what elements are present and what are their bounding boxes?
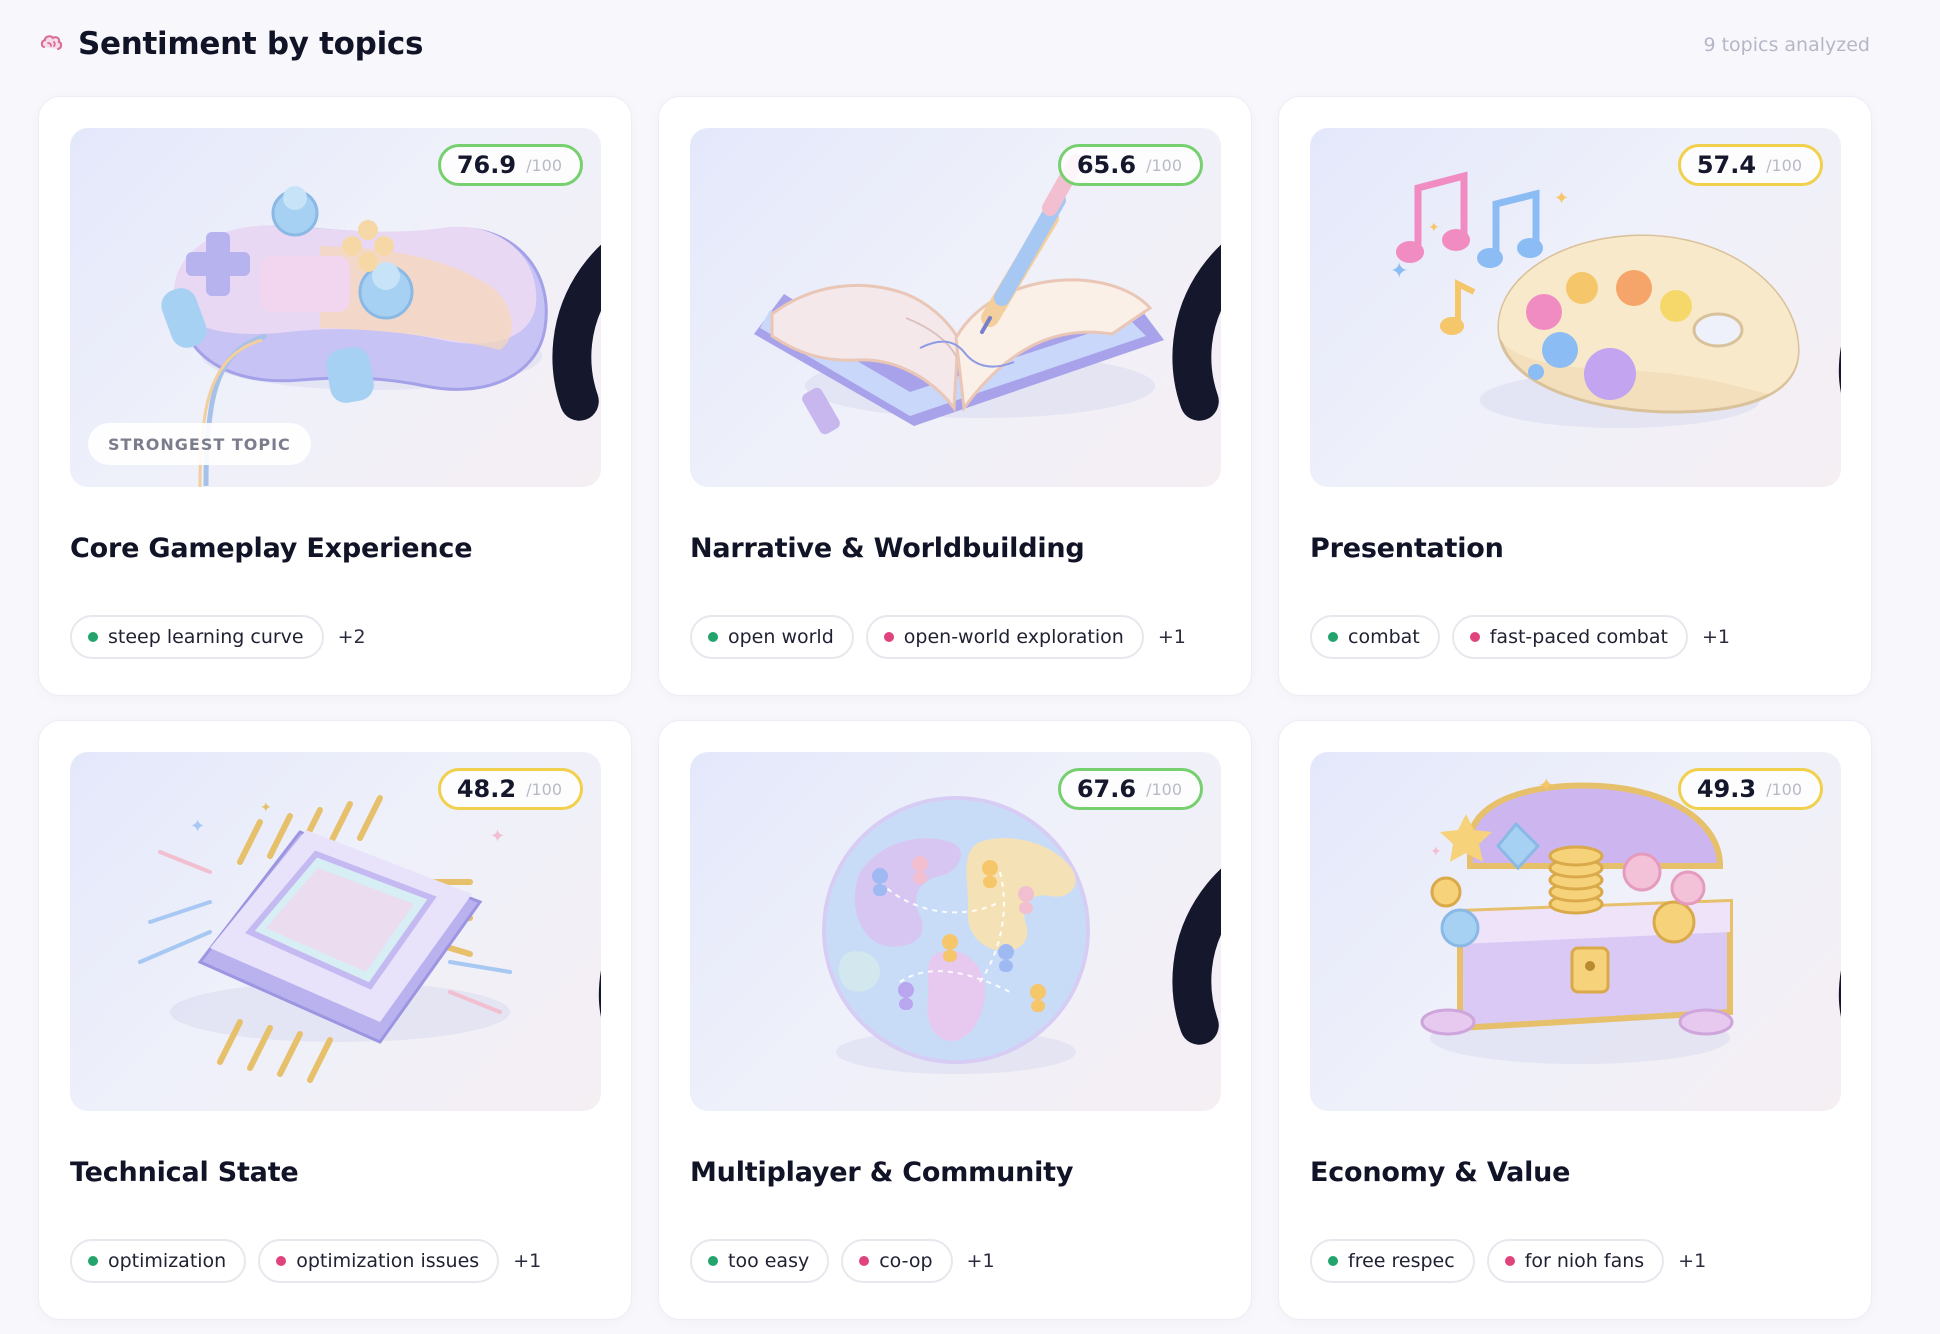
topic-tag[interactable]: too easy xyxy=(690,1239,830,1283)
sentiment-score-badge: 49.3 /100 xyxy=(1677,768,1841,1018)
more-tags-count[interactable]: +1 xyxy=(513,1250,541,1272)
topic-tag[interactable]: steep learning curve xyxy=(70,615,324,659)
topic-tag[interactable]: combat xyxy=(1310,615,1440,659)
topic-tag[interactable]: open-world exploration xyxy=(865,615,1144,659)
section-header: Sentiment by topics 9 topics analyzed xyxy=(36,18,1870,74)
chip-image: ✦ ✦ ✦ 48.2 /100 xyxy=(70,752,601,1111)
topic-tag[interactable]: fast-paced combat xyxy=(1451,615,1688,659)
sentiment-score-badge: 57.4 /100 xyxy=(1677,144,1841,394)
sentiment-score-badge: 65.6 /100 xyxy=(1057,144,1221,421)
strongest-topic-badge: STRONGEST TOPIC xyxy=(88,423,311,465)
brain-icon xyxy=(40,35,63,50)
svg-text:✦: ✦ xyxy=(1554,188,1569,209)
treasure-chest-image: ✦ ✦ 49.3 /100 xyxy=(1310,752,1841,1111)
speedometer-icon xyxy=(1172,868,1221,1045)
negative-dot-icon xyxy=(859,1256,870,1266)
topic-card-narrative-worldbuilding[interactable]: 65.6 /100 Narrative & Worldbuilding open… xyxy=(658,96,1252,696)
tag-label: open-world exploration xyxy=(903,626,1124,648)
positive-dot-icon xyxy=(88,632,98,642)
topic-tag[interactable]: optimization issues xyxy=(258,1239,500,1283)
topic-card-presentation[interactable]: ✦ ✦ ✦ 57.4 /100 Presentation combat fast… xyxy=(1278,96,1872,696)
positive-dot-icon xyxy=(1328,632,1338,642)
globe-image: 67.6 /100 xyxy=(690,752,1221,1111)
topic-tags: open world open-world exploration +1 xyxy=(690,615,1186,659)
topic-tag[interactable]: open world xyxy=(690,615,854,659)
open-book-image: 65.6 /100 xyxy=(690,128,1221,487)
topic-tag[interactable]: optimization xyxy=(70,1239,247,1283)
tag-label: steep learning curve xyxy=(108,626,304,648)
topic-card-multiplayer-community[interactable]: 67.6 /100 Multiplayer & Community too ea… xyxy=(658,720,1252,1320)
tag-label: co-op xyxy=(879,1250,933,1272)
topic-title: Economy & Value xyxy=(1310,1157,1571,1188)
tag-label: combat xyxy=(1348,626,1420,648)
flame-icon xyxy=(598,970,601,1018)
topic-tags: optimization optimization issues +1 xyxy=(70,1239,541,1283)
music-palette-image: ✦ ✦ ✦ 57.4 /100 xyxy=(1310,128,1841,487)
topic-tags: free respec for nioh fans +1 xyxy=(1310,1239,1706,1283)
negative-dot-icon xyxy=(1469,632,1480,642)
more-tags-count[interactable]: +1 xyxy=(1678,1250,1706,1272)
svg-text:✦: ✦ xyxy=(1428,220,1440,236)
sentiment-score-badge: 76.9 /100 xyxy=(437,144,601,421)
game-controller-image: 76.9 /100 STRONGEST TOPIC xyxy=(70,128,601,487)
topic-tags: combat fast-paced combat +1 xyxy=(1310,615,1730,659)
more-tags-count[interactable]: +1 xyxy=(1702,626,1730,648)
svg-text:✦: ✦ xyxy=(1430,844,1442,860)
topic-tags: steep learning curve +2 xyxy=(70,615,366,659)
more-tags-count[interactable]: +2 xyxy=(338,626,366,648)
negative-dot-icon xyxy=(276,1256,287,1266)
topic-tags: too easy co-op +1 xyxy=(690,1239,995,1283)
svg-text:✦: ✦ xyxy=(260,800,272,816)
topic-tag[interactable]: co-op xyxy=(841,1239,953,1283)
topic-tag[interactable]: for nioh fans xyxy=(1486,1239,1665,1283)
svg-text:✦: ✦ xyxy=(1390,259,1408,284)
positive-dot-icon xyxy=(88,1256,98,1266)
sentiment-score-badge: 48.2 /100 xyxy=(437,768,601,1018)
topics-count: 9 topics analyzed xyxy=(1703,34,1870,56)
topic-title: Presentation xyxy=(1310,533,1504,564)
topic-title: Narrative & Worldbuilding xyxy=(690,533,1085,564)
tag-label: open world xyxy=(728,626,834,648)
positive-dot-icon xyxy=(708,1256,718,1266)
tag-label: fast-paced combat xyxy=(1489,626,1668,648)
svg-text:✦: ✦ xyxy=(1538,773,1555,797)
flame-icon xyxy=(1838,970,1841,1018)
tag-label: too easy xyxy=(728,1250,810,1272)
topic-title: Technical State xyxy=(70,1157,299,1188)
svg-text:✦: ✦ xyxy=(190,816,205,837)
page-title: Sentiment by topics xyxy=(78,26,424,62)
positive-dot-icon xyxy=(1328,1256,1338,1266)
tag-label: for nioh fans xyxy=(1524,1250,1645,1272)
speedometer-icon xyxy=(1172,244,1221,421)
topic-card-economy-value[interactable]: ✦ ✦ 49.3 /100 Economy & Value free respe… xyxy=(1278,720,1872,1320)
topic-card-core-gameplay[interactable]: 76.9 /100 STRONGEST TOPIC Core Gameplay … xyxy=(38,96,632,696)
topic-tag[interactable]: free respec xyxy=(1310,1239,1475,1283)
more-tags-count[interactable]: +1 xyxy=(967,1250,995,1272)
positive-dot-icon xyxy=(708,632,718,642)
tag-label: optimization issues xyxy=(296,1250,480,1272)
flame-icon xyxy=(1838,346,1841,394)
negative-dot-icon xyxy=(1504,1256,1515,1266)
sentiment-score-badge: 67.6 /100 xyxy=(1057,768,1221,1045)
negative-dot-icon xyxy=(883,632,894,642)
topic-title: Multiplayer & Community xyxy=(690,1157,1074,1188)
tag-label: optimization xyxy=(108,1250,227,1272)
topics-grid: 76.9 /100 STRONGEST TOPIC Core Gameplay … xyxy=(38,96,1872,1322)
topic-title: Core Gameplay Experience xyxy=(70,533,473,564)
tag-label: free respec xyxy=(1348,1250,1455,1272)
more-tags-count[interactable]: +1 xyxy=(1158,626,1186,648)
speedometer-icon xyxy=(552,244,601,421)
topic-card-technical-state[interactable]: ✦ ✦ ✦ 48.2 /100 Technical State optimiza… xyxy=(38,720,632,1320)
